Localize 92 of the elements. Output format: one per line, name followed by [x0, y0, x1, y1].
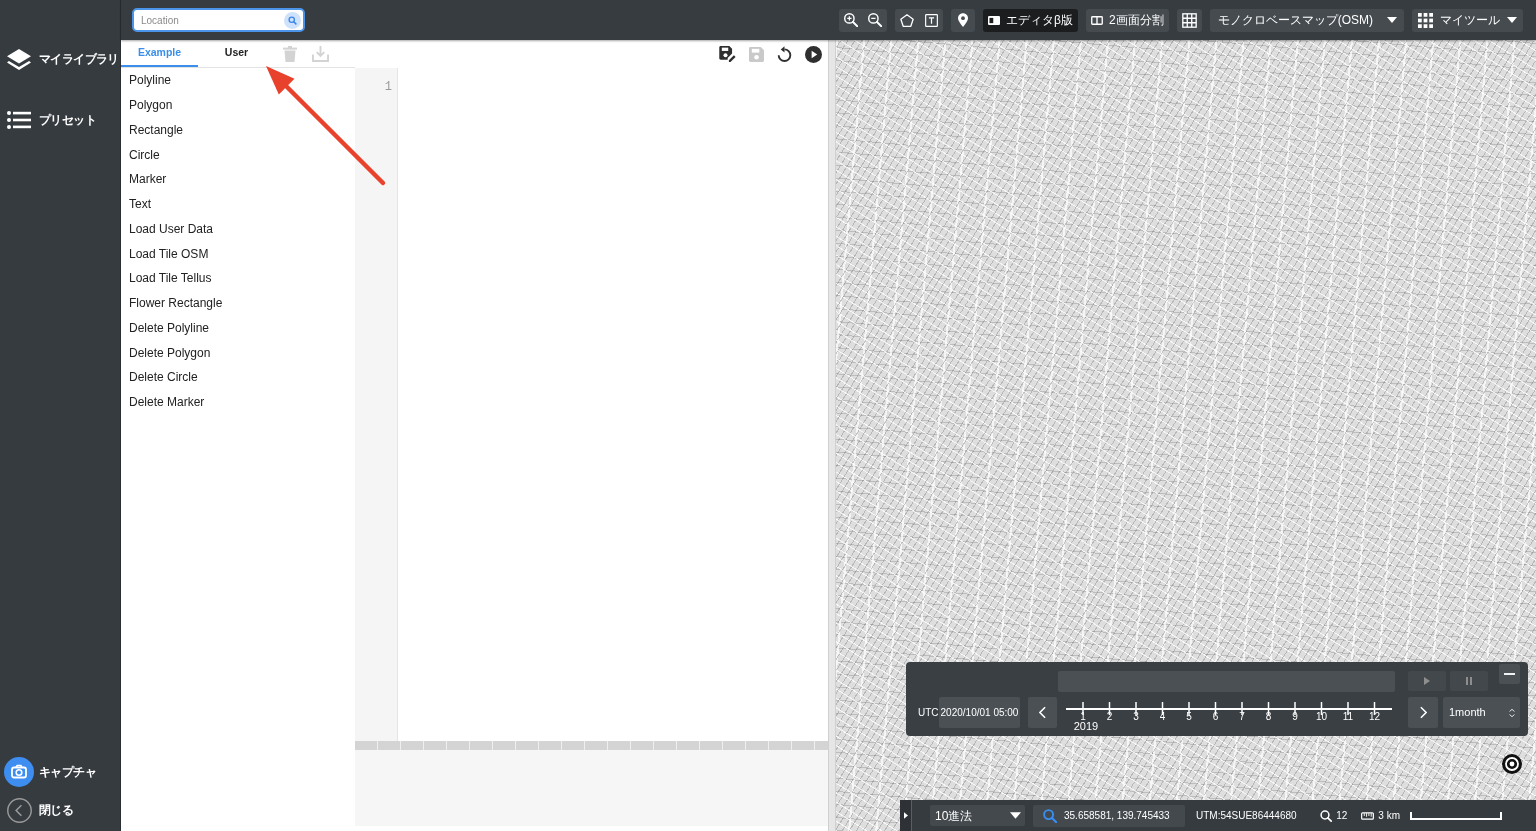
my-tools-menu[interactable]: マイツール: [1412, 8, 1523, 32]
zoom-out-button[interactable]: [863, 8, 888, 32]
editor-tab[interactable]: User: [198, 40, 275, 67]
status-bar-toggle[interactable]: [900, 800, 912, 831]
example-list-item[interactable]: Text: [121, 191, 159, 217]
circled-chevron-icon: [6, 797, 32, 823]
sidebar-item[interactable]: キャプチャ: [0, 757, 96, 787]
grid-icon: [1181, 12, 1197, 28]
example-list-item[interactable]: Delete Polygon: [121, 340, 219, 365]
sidebar-item[interactable]: 閉じる: [0, 795, 74, 825]
basemap-dropdown[interactable]: モノクロベースマップ(OSM): [1209, 8, 1404, 32]
app-grid-icon: [1418, 12, 1433, 28]
example-list-item[interactable]: Circle: [121, 142, 168, 167]
run-button[interactable]: [805, 45, 822, 63]
up-down-caret-icon: [1509, 706, 1515, 719]
minimize-button[interactable]: [1499, 664, 1520, 684]
month-label: 5: [1186, 711, 1192, 722]
zoom-out-icon: [868, 13, 883, 27]
step-select[interactable]: 1month: [1443, 697, 1520, 728]
floppy-pencil-icon: [719, 46, 736, 62]
undo-icon: [777, 46, 792, 62]
location-search-field[interactable]: Location: [132, 8, 305, 32]
zoom-in-icon: [844, 13, 859, 27]
example-list-item[interactable]: Delete Polyline: [121, 315, 218, 341]
triangle-right-icon: [903, 812, 908, 819]
coordinate-search-field[interactable]: 35.658581, 139.745433: [1033, 804, 1185, 827]
editor-scrollbar[interactable]: [355, 741, 828, 750]
ruler-icon: [1361, 811, 1375, 820]
example-list-item[interactable]: Flower Rectangle: [121, 290, 231, 316]
play-icon: [1424, 677, 1430, 685]
example-list-item[interactable]: Delete Circle: [121, 365, 206, 390]
example-list-item[interactable]: Delete Marker: [121, 389, 213, 415]
month-label: 11: [1342, 711, 1354, 722]
month-label: 10: [1315, 711, 1328, 722]
list-icon: [7, 111, 31, 129]
target-icon[interactable]: [1502, 754, 1522, 774]
grid-button[interactable]: [1176, 8, 1202, 32]
trash-icon: [283, 45, 297, 62]
play-icon: [805, 45, 822, 63]
polygon-tool-button[interactable]: [895, 8, 920, 32]
example-list-item[interactable]: Rectangle: [121, 117, 192, 143]
zoom-level: 12: [1336, 809, 1348, 823]
pentagon-icon: [900, 13, 915, 27]
chevron-right-icon: [1419, 706, 1427, 719]
search-icon[interactable]: [284, 11, 301, 29]
example-list-item[interactable]: Marker: [121, 167, 175, 192]
example-list-item[interactable]: Load User Data: [121, 216, 222, 242]
text-tool-button[interactable]: [919, 8, 944, 32]
caret-icon: [1507, 17, 1517, 23]
caret-icon: [1010, 812, 1021, 819]
month-label: 3: [1133, 711, 1139, 722]
camera-icon: [4, 757, 34, 787]
two-columns-icon: [1091, 15, 1103, 25]
save-as-button[interactable]: [719, 46, 736, 62]
example-list-item[interactable]: Load Tile OSM: [121, 241, 217, 266]
year-label: 2019: [1073, 720, 1099, 731]
play-button[interactable]: [1408, 671, 1446, 691]
next-button[interactable]: [1408, 697, 1438, 728]
layers-icon: [7, 48, 31, 70]
split-view-button[interactable]: 2画面分割: [1086, 8, 1169, 32]
month-label: 1: [1080, 711, 1086, 722]
text-tool-icon: [924, 13, 938, 27]
pause-icon: [1466, 677, 1472, 685]
undo-button[interactable]: [777, 46, 792, 62]
coordinate-format-select[interactable]: 10進法: [930, 805, 1025, 826]
datetime-display[interactable]: 2020/10/01 05:00: [939, 697, 1020, 728]
example-list-item[interactable]: Polyline: [121, 68, 180, 93]
download-icon: [312, 45, 329, 62]
month-label: 7: [1239, 711, 1245, 722]
magnifier-icon: [1320, 809, 1333, 822]
sidebar-item[interactable]: マイライブラリ: [0, 44, 119, 74]
timezone-label: UTC: [918, 706, 939, 720]
chevron-left-icon: [1039, 706, 1046, 719]
search-icon: [1043, 808, 1057, 823]
sidebar-item[interactable]: プリセット: [0, 105, 96, 135]
panel-layout-icon: [988, 15, 1001, 25]
line-number: 1: [384, 79, 392, 95]
map-pin-icon: [958, 13, 969, 27]
minimize-icon: [1504, 673, 1515, 675]
pause-button[interactable]: [1450, 671, 1488, 691]
scale-label: 3 km: [1378, 809, 1400, 823]
month-label: 9: [1292, 711, 1298, 722]
caret-icon: [1387, 17, 1397, 23]
scale-bar-icon: [1410, 811, 1502, 820]
editor-mode-button[interactable]: エディタβ版: [983, 8, 1078, 32]
previous-button[interactable]: [1028, 697, 1057, 728]
zoom-in-button[interactable]: [839, 8, 864, 32]
utm-coordinate: UTM:54SUE86444680: [1196, 809, 1297, 823]
example-list-item[interactable]: Load Tile Tellus: [121, 266, 220, 291]
example-list-item[interactable]: Polygon: [121, 92, 181, 118]
marker-tool-button[interactable]: [951, 8, 976, 32]
month-label: 12: [1368, 711, 1381, 722]
